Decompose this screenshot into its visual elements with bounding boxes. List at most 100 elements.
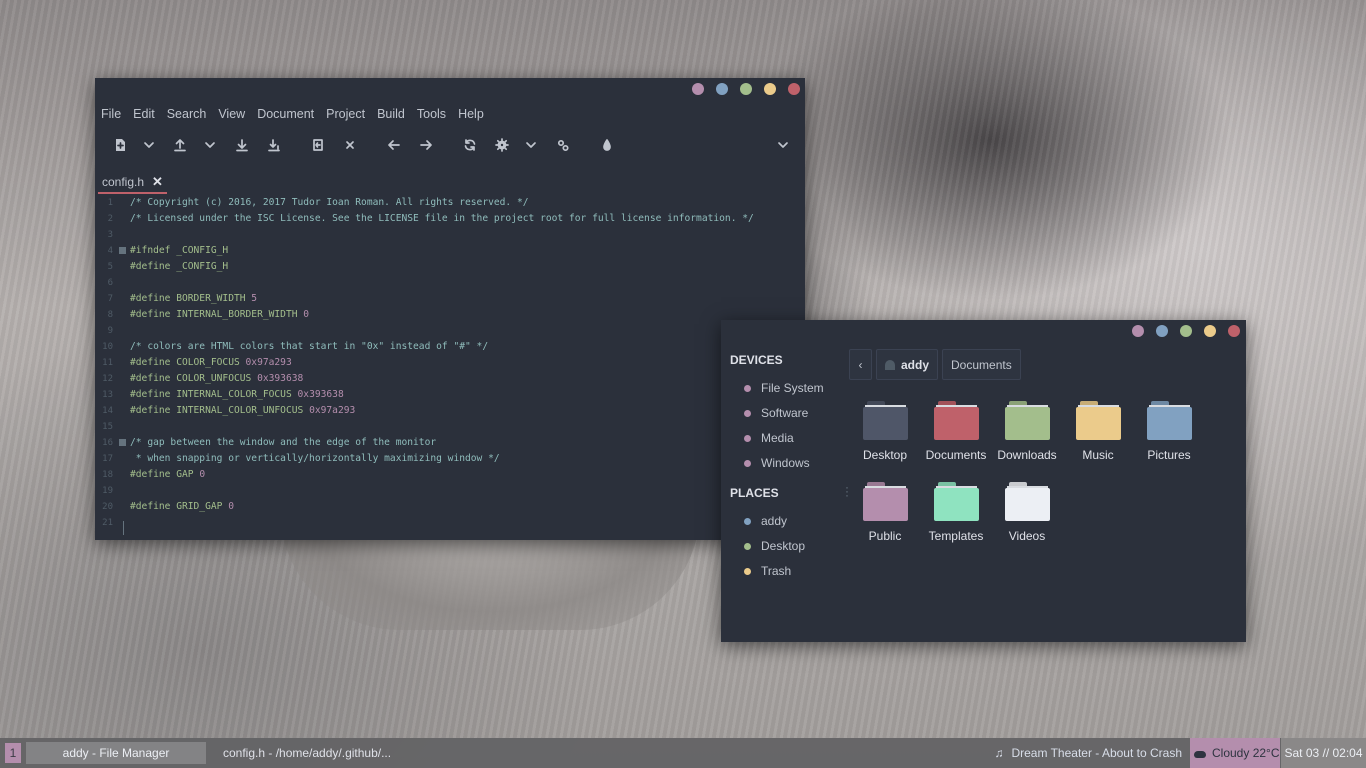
path-current-button[interactable]: Documents [942,349,1021,380]
fold-marker-icon[interactable] [119,247,126,254]
dropdown-icon[interactable] [137,133,161,157]
folder-icon [1147,401,1192,440]
folder-desktop[interactable]: Desktop [850,398,920,470]
sidebar-item-label: Windows [761,456,810,470]
line-number: 15 [102,422,113,432]
now-playing[interactable]: ♫ Dream Theater - About to Crash [994,738,1182,768]
code-line: 11 #define COLOR_FOCUS 0x97a293 [95,355,795,371]
iconify-button[interactable] [1156,325,1168,337]
menu-document[interactable]: Document [251,104,320,124]
maximize-button[interactable] [764,83,776,95]
minimize-button[interactable] [1132,325,1144,337]
maximize-button[interactable] [1204,325,1216,337]
color-picker-icon[interactable] [595,133,619,157]
line-number: 17 [102,454,113,464]
code-token: #define INTERNAL_COLOR_FOCUS [130,389,298,400]
folder-documents[interactable]: Documents [921,398,991,470]
iconify-button[interactable] [716,83,728,95]
folder-body [1147,407,1192,440]
line-text: #ifndef _CONFIG_H [130,243,228,259]
reload-icon[interactable] [458,133,482,157]
line-text: /* Licensed under the ISC License. See t… [130,211,754,227]
menu-search[interactable]: Search [161,104,213,124]
menu-tools[interactable]: Tools [411,104,452,124]
editor-window: File Edit Search View Document Project Build To… [95,78,805,540]
folder-public[interactable]: Public [850,479,920,551]
close-button[interactable] [788,83,800,95]
line-text: #define GAP 0 [130,467,205,483]
folder-videos[interactable]: Videos [992,479,1062,551]
code-token: #define COLOR_UNFOCUS [130,373,258,384]
sidebar-item-trash[interactable]: Trash [744,562,791,580]
menu-edit[interactable]: Edit [127,104,161,124]
folder-templates[interactable]: Templates [921,479,991,551]
sidebar-item-file-system[interactable]: File System [744,379,824,397]
places-heading: PLACES [730,486,779,500]
open-file-icon[interactable] [168,133,192,157]
dropdown-icon[interactable] [519,133,543,157]
sidebar-item-label: Trash [761,564,792,578]
line-number: 11 [102,358,113,368]
close-icon[interactable]: ✕ [152,174,163,190]
toolbar-overflow-icon[interactable] [771,133,795,157]
task-file-manager[interactable]: addy - File Manager [26,742,206,764]
clock[interactable]: Sat 03 // 02:04 [1281,738,1366,768]
line-text: #define INTERNAL_COLOR_FOCUS 0x393638 [130,387,344,403]
tab-label: config.h [102,175,145,189]
sidebar-item-desktop[interactable]: Desktop [744,537,805,555]
line-number: 6 [107,278,113,288]
close-file-icon[interactable] [338,133,362,157]
line-number: 18 [102,470,113,480]
save-all-icon[interactable] [262,133,286,157]
folder-body [1005,488,1050,521]
sidebar-item-windows[interactable]: Windows [744,454,810,472]
line-text: /* colors are HTML colors that start in … [130,339,488,355]
line-number: 14 [102,406,113,416]
folder-label: Music [1082,448,1114,462]
sidebar-resize-handle[interactable]: · · · [845,481,849,501]
folder-music[interactable]: Music [1063,398,1133,470]
save-icon[interactable] [230,133,254,157]
folder-downloads[interactable]: Downloads [992,398,1062,470]
task-editor[interactable]: config.h - /home/addy/.github/... [223,742,393,764]
tab-config-h[interactable]: config.h ✕ [98,172,167,194]
restore-button[interactable] [740,83,752,95]
forward-icon[interactable] [414,133,438,157]
path-home-button[interactable]: addy [876,349,939,380]
revert-icon[interactable] [306,133,330,157]
editor-menubar: File Edit Search View Document Project Build To… [95,104,490,124]
sidebar-item-addy[interactable]: addy [744,512,787,530]
new-file-icon[interactable] [108,133,132,157]
menu-view[interactable]: View [212,104,251,124]
editor-window-buttons [692,83,800,95]
menu-help[interactable]: Help [452,104,490,124]
sidebar-item-media[interactable]: Media [744,429,794,447]
code-line: 18 #define GAP 0 [95,467,795,483]
back-button[interactable]: ‹ [849,349,872,380]
sidebar-item-label: Software [761,406,809,420]
sidebar-item-software[interactable]: Software [744,404,808,422]
sidebar-item-label: Desktop [761,539,806,553]
workspace-button[interactable]: 1 [5,743,21,763]
execute-icon[interactable] [551,133,575,157]
code-token: #define GAP [130,469,200,480]
code-area[interactable]: 1 /* Copyright (c) 2016, 2017 Tudor Ioan … [95,195,805,537]
folder-pictures[interactable]: Pictures [1134,398,1204,470]
line-text: /* Copyright (c) 2016, 2017 Tudor Ioan R… [130,195,529,211]
weather-widget[interactable]: Cloudy 22°C [1190,738,1280,768]
sidebar-item-label: File System [761,381,824,395]
folder-label: Pictures [1147,448,1191,462]
restore-button[interactable] [1180,325,1192,337]
back-icon[interactable] [382,133,406,157]
code-line: 7 #define BORDER_WIDTH 5 [95,291,795,307]
menu-file[interactable]: File [95,104,127,124]
line-number: 4 [107,246,113,256]
minimize-button[interactable] [692,83,704,95]
line-number: 13 [102,390,113,400]
menu-project[interactable]: Project [320,104,371,124]
close-button[interactable] [1228,325,1240,337]
menu-build[interactable]: Build [371,104,411,124]
dropdown-icon[interactable] [198,133,222,157]
fold-marker-icon[interactable] [119,439,126,446]
build-icon[interactable] [490,133,514,157]
